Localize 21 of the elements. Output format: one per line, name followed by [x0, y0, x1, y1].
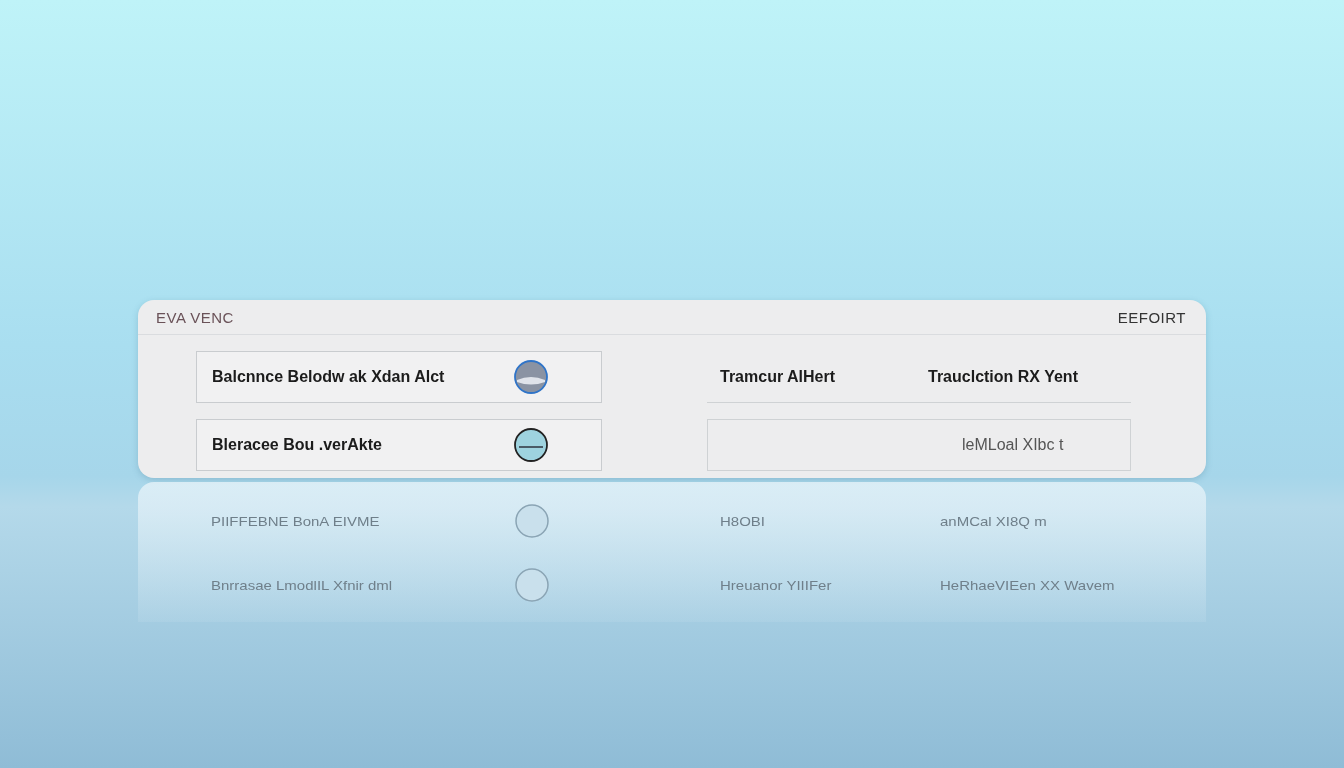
reflected-text: H8OBI — [720, 513, 766, 529]
round-toggle-icon[interactable] — [513, 360, 549, 394]
reflected-text: Hreuanor YIIIFer — [720, 577, 833, 593]
alert-row[interactable]: Tramcur AlHert Trauclction RX Yent — [707, 351, 1131, 403]
alert-label: Balcnnce Belodw ak Xdan Alct — [212, 368, 445, 386]
header-link[interactable]: EEFOIRT — [1117, 308, 1186, 326]
row-text: Trauclction RX Yent — [928, 367, 1078, 386]
reflected-text: HeRhaeVIEen XX Wavem — [940, 577, 1115, 593]
reflected-text: PIIFFEBNE BonA EIVME — [211, 513, 380, 529]
brand-title: EVA VENC — [156, 308, 234, 326]
alert-label: Bleracee Bou .verAkte — [212, 436, 382, 454]
alert-row[interactable]: Balcnnce Belodw ak Xdan Alct — [196, 351, 602, 403]
round-toggle-icon[interactable] — [513, 428, 549, 462]
reflected-text: Bnrrasae LmodlIL Xfnir dml — [211, 577, 393, 593]
alert-row[interactable]: leMLoal XIbc t — [707, 419, 1131, 471]
reflected-text: anMCal XI8Q m — [940, 513, 1047, 529]
reflected-circle-icon — [514, 504, 550, 538]
row-text: Tramcur AlHert — [720, 367, 836, 386]
reflected-circle-icon — [514, 568, 550, 602]
alert-row[interactable]: Bleracee Bou .verAkte — [196, 419, 602, 471]
row-text: leMLoal XIbc t — [962, 436, 1065, 454]
